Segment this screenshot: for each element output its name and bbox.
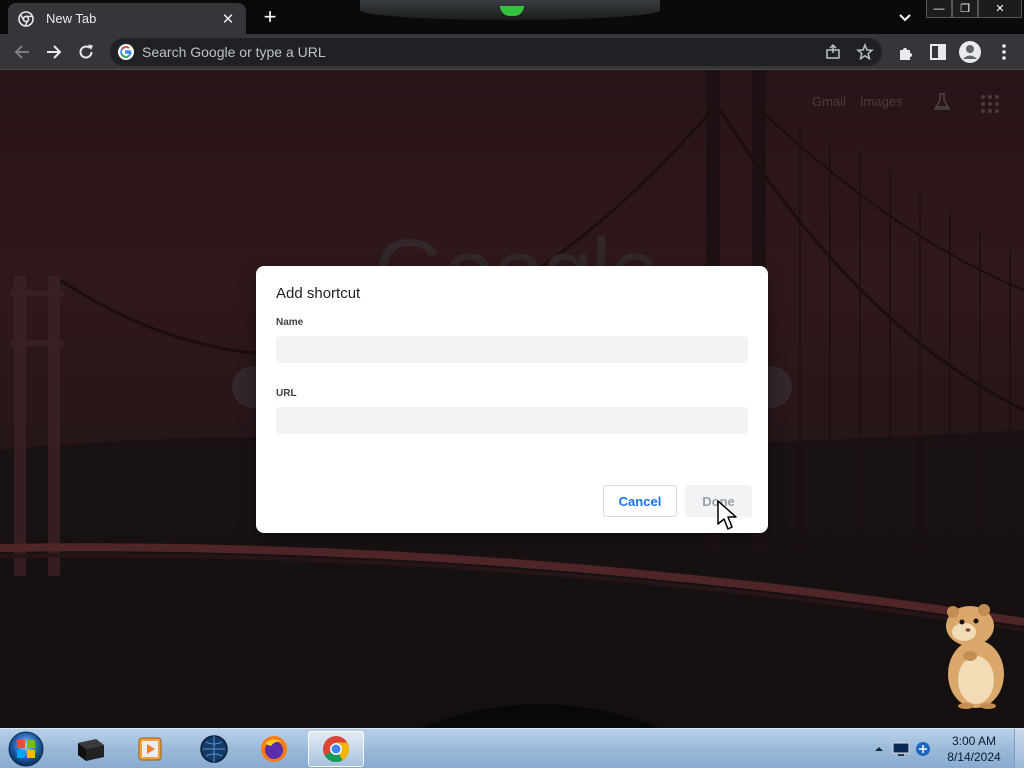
start-button[interactable] bbox=[6, 730, 46, 768]
chrome-app[interactable] bbox=[308, 731, 364, 767]
tray-expand-icon[interactable] bbox=[868, 739, 890, 759]
reload-icon[interactable] bbox=[76, 42, 96, 62]
clock-date: 8/14/2024 bbox=[947, 750, 1001, 764]
tab-close-icon[interactable]: ✕ bbox=[220, 10, 236, 28]
forward-icon[interactable] bbox=[44, 42, 64, 62]
cancel-button[interactable]: Cancel bbox=[603, 485, 677, 517]
tab-new-tab[interactable]: New Tab ✕ bbox=[8, 3, 246, 34]
side-panel-icon[interactable] bbox=[928, 42, 948, 62]
chrome-icon bbox=[323, 736, 350, 763]
minimize-button[interactable]: — bbox=[926, 0, 952, 18]
back-icon[interactable] bbox=[12, 42, 32, 62]
maximize-button[interactable]: ❐ bbox=[952, 0, 978, 18]
mouse-cursor-icon bbox=[717, 500, 737, 530]
black-box-app-icon bbox=[78, 739, 104, 761]
windows-taskbar: 3:00 AM 8/14/2024 bbox=[0, 728, 1024, 768]
name-field[interactable] bbox=[276, 336, 748, 363]
tray-monitor-icon[interactable] bbox=[890, 739, 912, 759]
firefox-app[interactable] bbox=[246, 731, 302, 767]
new-tab-button[interactable]: + bbox=[258, 6, 282, 28]
media-player-app[interactable] bbox=[122, 731, 178, 767]
google-g-icon bbox=[118, 44, 134, 60]
omnibox[interactable] bbox=[110, 38, 882, 66]
extensions-icon[interactable] bbox=[896, 42, 916, 62]
add-shortcut-dialog: Add shortcut Name URL Cancel Done bbox=[256, 266, 768, 533]
chevron-down-icon[interactable] bbox=[896, 8, 914, 26]
tray-network-icon[interactable] bbox=[912, 739, 934, 759]
firefox-icon bbox=[261, 736, 287, 762]
chrome-favicon-icon bbox=[18, 10, 34, 27]
taskbar-clock[interactable]: 3:00 AM 8/14/2024 bbox=[942, 733, 1006, 765]
show-desktop-button[interactable] bbox=[1014, 729, 1024, 768]
virtualbox-app[interactable] bbox=[62, 731, 118, 767]
close-window-button[interactable]: ✕ bbox=[978, 0, 1022, 18]
system-tray bbox=[868, 729, 934, 768]
dialog-title: Add shortcut bbox=[276, 285, 361, 302]
share-icon[interactable] bbox=[824, 43, 842, 61]
clock-time: 3:00 AM bbox=[951, 734, 997, 748]
tab-strip: New Tab ✕ + — ❐ ✕ bbox=[0, 0, 1024, 34]
profile-icon[interactable] bbox=[958, 40, 982, 64]
network-app[interactable] bbox=[186, 731, 242, 767]
browser-toolbar bbox=[0, 34, 1024, 70]
media-player-icon bbox=[138, 737, 162, 761]
url-field[interactable] bbox=[276, 407, 748, 434]
menu-icon[interactable] bbox=[994, 42, 1014, 62]
globe-app-icon bbox=[200, 735, 228, 763]
url-label: URL bbox=[276, 388, 297, 399]
star-icon[interactable] bbox=[856, 43, 874, 61]
hamster-pet-icon bbox=[946, 604, 1004, 709]
name-label: Name bbox=[276, 317, 304, 328]
window-controls: — ❐ ✕ bbox=[926, 0, 1022, 18]
tab-title: New Tab bbox=[46, 11, 97, 26]
omnibox-input[interactable] bbox=[142, 42, 802, 62]
